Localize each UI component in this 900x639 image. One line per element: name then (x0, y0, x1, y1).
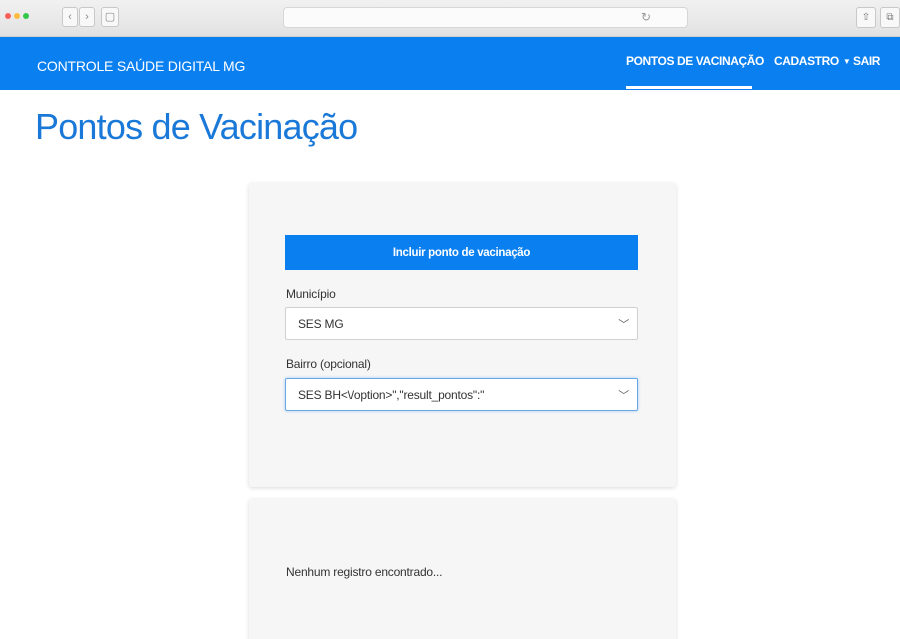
include-vaccination-point-button[interactable]: Incluir ponto de vacinação (285, 235, 638, 270)
nav-sair[interactable]: SAIR (853, 54, 880, 68)
sidebar-toggle-icon[interactable]: ▢ (101, 7, 119, 27)
address-bar[interactable]: ↻ (283, 7, 688, 28)
chevron-down-icon: ﹀ (618, 390, 629, 402)
municipio-label: Município (286, 287, 336, 301)
municipio-value: SES MG (298, 317, 344, 331)
top-navbar: CONTROLE SAÚDE DIGITAL MG PONTOS DE VACI… (0, 37, 900, 90)
nav-cadastro-label: CADASTRO (774, 54, 839, 68)
share-icon[interactable]: ⇧ (856, 7, 876, 28)
minimize-window-icon[interactable] (14, 13, 20, 19)
close-window-icon[interactable] (5, 13, 11, 19)
maximize-window-icon[interactable] (23, 13, 29, 19)
bairro-value: SES BH<\/option>","result_pontos":" (298, 388, 485, 402)
results-card: Nenhum registro encontrado... (249, 499, 676, 639)
back-icon[interactable]: ‹ (62, 7, 78, 27)
bairro-select[interactable]: SES BH<\/option>","result_pontos":" ﹀ (285, 378, 638, 411)
active-nav-indicator (626, 86, 752, 89)
caret-down-icon: ▼ (842, 57, 851, 66)
forward-icon[interactable]: › (79, 7, 95, 27)
brand-title[interactable]: CONTROLE SAÚDE DIGITAL MG (37, 58, 245, 74)
municipio-select[interactable]: SES MG ﹀ (285, 307, 638, 340)
nav-pontos-de-vacinacao[interactable]: PONTOS DE VACINAÇÃO (626, 54, 764, 68)
page-title: Pontos de Vacinação (35, 106, 358, 147)
bairro-label: Bairro (opcional) (286, 357, 371, 371)
nav-cadastro[interactable]: CADASTRO ▼ (774, 54, 851, 68)
empty-results-message: Nenhum registro encontrado... (286, 565, 443, 579)
window-controls (5, 13, 29, 19)
reload-icon[interactable]: ↻ (641, 10, 651, 24)
tabs-icon[interactable]: ⧉ (880, 7, 900, 28)
filter-card: Incluir ponto de vacinação Município SES… (249, 183, 676, 487)
browser-toolbar: ‹ › ▢ ↻ ⇧ ⧉ (0, 0, 900, 37)
chevron-down-icon: ﹀ (618, 319, 629, 331)
